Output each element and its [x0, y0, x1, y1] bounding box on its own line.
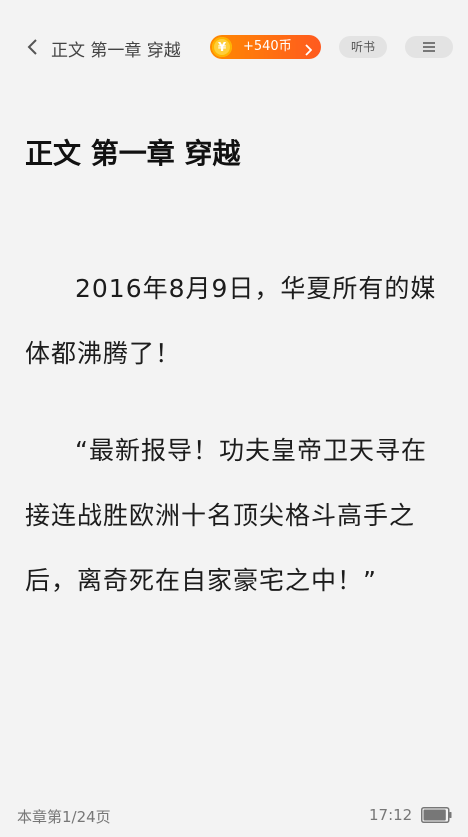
- menu-icon: [423, 42, 435, 52]
- page-indicator: 本章第1/24页: [17, 808, 111, 826]
- listen-button[interactable]: 听书: [339, 36, 387, 58]
- top-bar: 正文 第一章 穿越 ¥ +540币 听书: [0, 0, 468, 95]
- coin-reward-text: +540币: [243, 39, 292, 54]
- back-icon[interactable]: [26, 37, 40, 57]
- battery-icon: [421, 807, 452, 823]
- chapter-title: 正文 第一章 穿越: [25, 137, 241, 170]
- paragraph: 2016年8月9日，华夏所有的媒体都沸腾了！: [25, 274, 437, 368]
- coin-icon: ¥: [212, 37, 232, 57]
- chevron-right-icon: [304, 41, 313, 56]
- menu-button[interactable]: [405, 36, 453, 58]
- chapter-content[interactable]: 2016年8月9日，华夏所有的媒体都沸腾了！ “最新报导！功夫皇帝卫天寻在接连战…: [25, 256, 445, 645]
- coin-reward-button[interactable]: ¥ +540币: [210, 35, 321, 59]
- clock: 17:12: [369, 806, 413, 824]
- paragraph: “最新报导！功夫皇帝卫天寻在接连战胜欧洲十名顶尖格斗高手之后，离奇死在自家豪宅之…: [25, 436, 427, 595]
- chapter-nav-title[interactable]: 正文 第一章 穿越: [51, 36, 181, 61]
